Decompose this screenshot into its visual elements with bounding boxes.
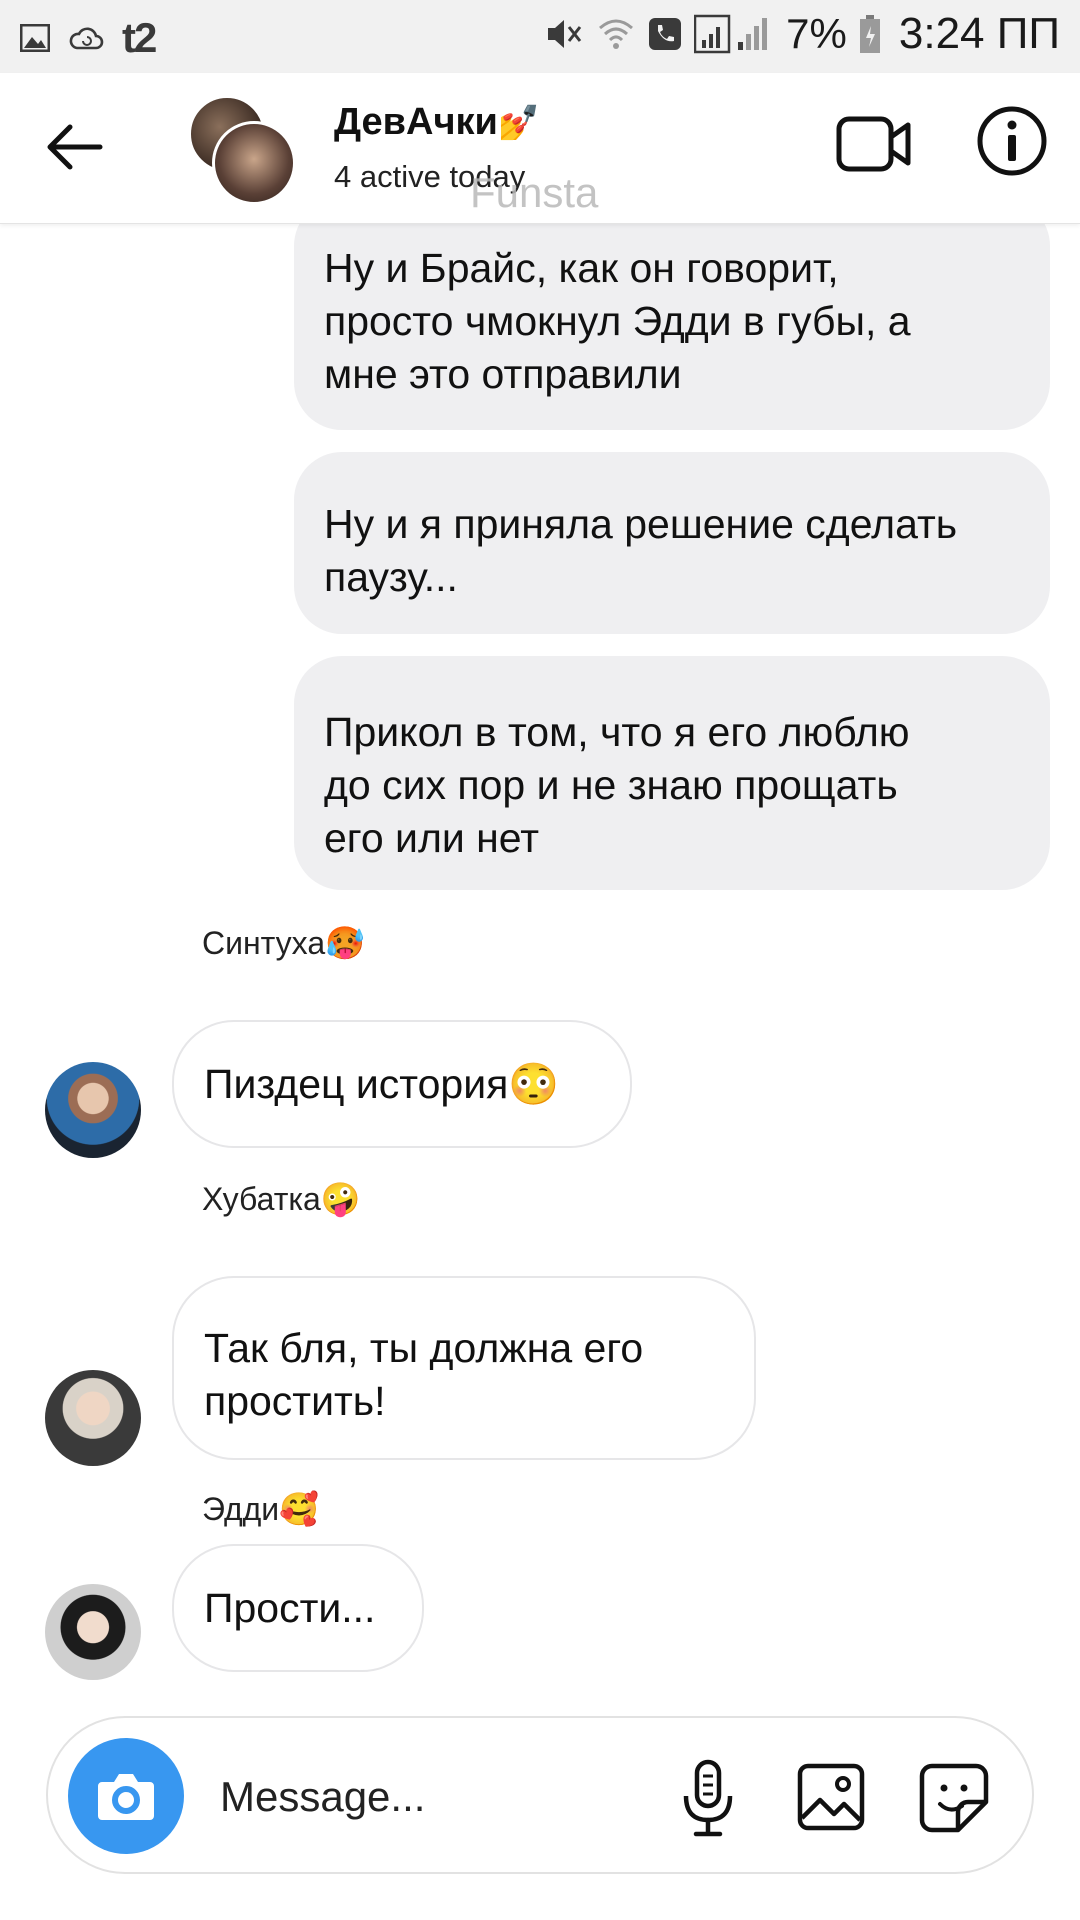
message-line: Ну и Брайс, как он говорит, [324,245,839,291]
message-line: мне это отправили [324,351,682,397]
phone-icon [649,18,682,50]
camera-icon [98,1774,154,1820]
cloud-sync-icon [69,27,104,50]
message-line: просто чмокнул Эдди в губы, а [324,298,911,344]
mute-icon [548,20,582,48]
video-call-icon[interactable] [836,111,912,177]
message-input[interactable] [218,1766,582,1828]
info-icon[interactable] [976,105,1048,177]
group-avatar-photo-2 [212,121,296,205]
sender-name: Синтуха🥵 [202,925,365,961]
sender-name: Эдди🥰 [202,1491,319,1527]
message-line: Прикол в том, что я его люблю [324,709,910,755]
message-bubble-outgoing[interactable]: Прикол в том, что я его люблю до сих пор… [294,656,1050,890]
message-bubble-incoming[interactable]: Так бля, ты должна его простить! [172,1276,756,1460]
sender-avatar[interactable] [45,1062,141,1158]
camera-button[interactable] [68,1738,184,1854]
back-arrow-icon[interactable] [42,119,106,175]
message-line: до сих пор и не знаю прощать [324,762,898,808]
signal-icon [694,14,768,54]
sticker-icon[interactable] [918,1762,990,1834]
message-line: Пиздец история😳 [204,1061,560,1107]
message-line: его или нет [324,815,540,861]
message-line: Прости... [204,1585,376,1631]
nail-polish-emoji: 💅 [497,104,541,142]
sender-name: Хубатка🤪 [202,1181,361,1217]
message-bubble-incoming[interactable]: Прости... [172,1544,424,1672]
chat-title[interactable]: ДевАчки💅 [334,101,540,144]
message-line: простить! [204,1378,386,1424]
message-line: Так бля, ты должна его [204,1325,644,1371]
carrier-label: t2 [122,14,157,61]
wifi-icon [599,19,634,49]
message-bubble-outgoing[interactable]: Ну и Брайс, как он говорит, просто чмокн… [294,198,1050,430]
watermark: Funsta [470,169,599,216]
message-bubble-outgoing[interactable]: Ну и я приняла решение сделать паузу... [294,452,1050,634]
message-composer [46,1716,1034,1874]
gallery-notification-icon [20,24,50,52]
sender-avatar[interactable] [45,1584,141,1680]
clock: 3:24 ПП [898,9,1060,58]
status-bar: t2 7% 3:24 ПП [0,0,1080,73]
microphone-icon[interactable] [678,1758,738,1838]
battery-percent: 7% [786,10,847,57]
message-bubble-incoming[interactable]: Пиздец история😳 [172,1020,632,1148]
message-line: паузу... [324,554,458,600]
group-avatar[interactable] [188,95,296,205]
gallery-icon[interactable] [796,1762,866,1832]
battery-icon [859,15,880,53]
message-line: Ну и я приняла решение сделать [324,501,958,547]
sender-avatar[interactable] [45,1370,141,1466]
chat-title-text: ДевАчки [334,101,498,143]
chat-header: ДевАчки💅 4 active today Funsta [0,73,1080,224]
